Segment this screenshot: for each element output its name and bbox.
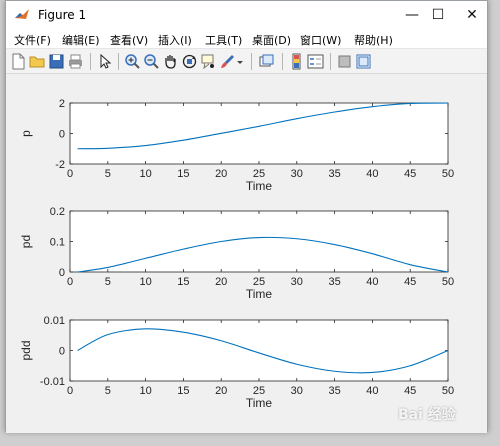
zoom-in-icon[interactable]	[124, 53, 141, 70]
y-tick-label: 2	[59, 98, 65, 110]
zoom-out-icon[interactable]	[143, 53, 160, 70]
menu-bar: 文件(F) 编辑(E) 查看(V) 插入(I) 工具(T) 桌面(D) 窗口(W…	[6, 29, 487, 49]
pan-hand-icon[interactable]	[162, 53, 179, 70]
x-tick-label: 30	[291, 276, 303, 288]
x-axis-label: Time	[246, 396, 273, 410]
print-icon[interactable]	[67, 53, 84, 70]
new-figure-icon[interactable]	[10, 53, 27, 70]
x-tick-label: 10	[139, 276, 151, 288]
x-tick-label: 10	[139, 168, 151, 180]
y-tick-label: 0	[59, 267, 65, 279]
y-tick-label: 0	[59, 346, 65, 358]
x-tick-label: 0	[67, 385, 73, 397]
brush-icon[interactable]	[219, 53, 236, 70]
x-tick-label: 20	[215, 168, 227, 180]
menu-view[interactable]: 查看(V)	[110, 32, 148, 48]
toolbar-separator	[330, 53, 331, 70]
axes-box	[69, 102, 449, 165]
toolbar-separator	[90, 53, 91, 70]
x-tick-label: 5	[105, 276, 111, 288]
window-title: Figure 1	[38, 8, 87, 22]
x-tick-label: 35	[328, 168, 340, 180]
menu-edit[interactable]: 编辑(E)	[62, 32, 100, 48]
x-tick-label: 0	[67, 168, 73, 180]
hide-plot-tools-icon[interactable]	[336, 53, 353, 70]
y-axis-label: pd	[19, 235, 33, 248]
watermark: Bai 经验	[398, 407, 456, 423]
x-tick-label: 30	[291, 385, 303, 397]
toolbar-separator	[251, 53, 252, 70]
axes-box	[69, 319, 449, 382]
x-tick-label: 15	[177, 385, 189, 397]
x-axis-label: Time	[246, 287, 273, 301]
y-tick-label: -0.01	[40, 376, 65, 388]
figure-canvas[interactable]: 0 5 10 15 20 25 30 35 40 45 50 -2 0 2 Time p 0 5 10 15 20 25 3…	[6, 75, 487, 433]
toolbar-separator	[118, 53, 119, 70]
x-tick-label: 45	[404, 276, 416, 288]
menu-help[interactable]: 帮助(H)	[354, 32, 393, 48]
x-tick-label: 45	[404, 168, 416, 180]
x-tick-label: 0	[67, 276, 73, 288]
x-tick-label: 5	[105, 168, 111, 180]
legend-icon[interactable]	[307, 53, 324, 70]
x-tick-label: 20	[215, 385, 227, 397]
show-plot-tools-icon[interactable]	[355, 53, 372, 70]
link-plot-icon[interactable]	[258, 53, 275, 70]
y-tick-label: 0.1	[50, 237, 65, 249]
chevron-down-icon[interactable]	[235, 53, 245, 70]
data-cursor-icon[interactable]	[200, 53, 217, 70]
y-axis-label: pdd	[19, 340, 33, 360]
x-tick-label: 50	[442, 276, 454, 288]
matlab-logo-icon	[14, 7, 30, 23]
title-bar[interactable]: Figure 1 — ☐ ✕	[6, 1, 487, 29]
x-tick-label: 50	[442, 168, 454, 180]
menu-desktop[interactable]: 桌面(D)	[252, 32, 291, 48]
x-tick-label: 45	[404, 385, 416, 397]
colorbar-icon[interactable]	[288, 53, 305, 70]
y-tick-label: 0.2	[50, 206, 65, 218]
plots-svg: 0 5 10 15 20 25 30 35 40 45 50-202Timep0 5 10 15 20 25 3…	[19, 98, 454, 410]
x-tick-label: 15	[177, 168, 189, 180]
y-tick-label: -2	[55, 159, 65, 171]
x-tick-label: 30	[291, 168, 303, 180]
edit-plot-arrow-icon[interactable]	[96, 53, 113, 70]
menu-insert[interactable]: 插入(I)	[158, 32, 192, 48]
y-tick-label: 0	[59, 129, 65, 141]
toolbar	[6, 49, 487, 74]
close-button[interactable]: ✕	[452, 1, 492, 29]
figure-window: Figure 1 — ☐ ✕ 文件(F) 编辑(E) 查看(V) 插入(I) 工…	[5, 0, 488, 433]
save-icon[interactable]	[48, 53, 65, 70]
x-tick-label: 20	[215, 276, 227, 288]
menu-window[interactable]: 窗口(W)	[300, 32, 341, 48]
x-tick-label: 35	[328, 276, 340, 288]
x-tick-label: 15	[177, 276, 189, 288]
x-tick-label: 10	[139, 385, 151, 397]
y-axis-label: p	[19, 130, 33, 137]
y-tick-label: 0.01	[44, 315, 65, 327]
x-tick-label: 40	[366, 276, 378, 288]
x-tick-label: 5	[105, 385, 111, 397]
rotate-3d-icon[interactable]	[181, 53, 198, 70]
toolbar-separator	[282, 53, 283, 70]
x-tick-label: 50	[442, 385, 454, 397]
x-tick-label: 40	[366, 385, 378, 397]
menu-tools[interactable]: 工具(T)	[205, 32, 242, 48]
menu-file[interactable]: 文件(F)	[14, 32, 51, 48]
x-axis-label: Time	[246, 179, 273, 193]
open-file-icon[interactable]	[29, 53, 46, 70]
x-tick-label: 40	[366, 168, 378, 180]
x-tick-label: 35	[328, 385, 340, 397]
